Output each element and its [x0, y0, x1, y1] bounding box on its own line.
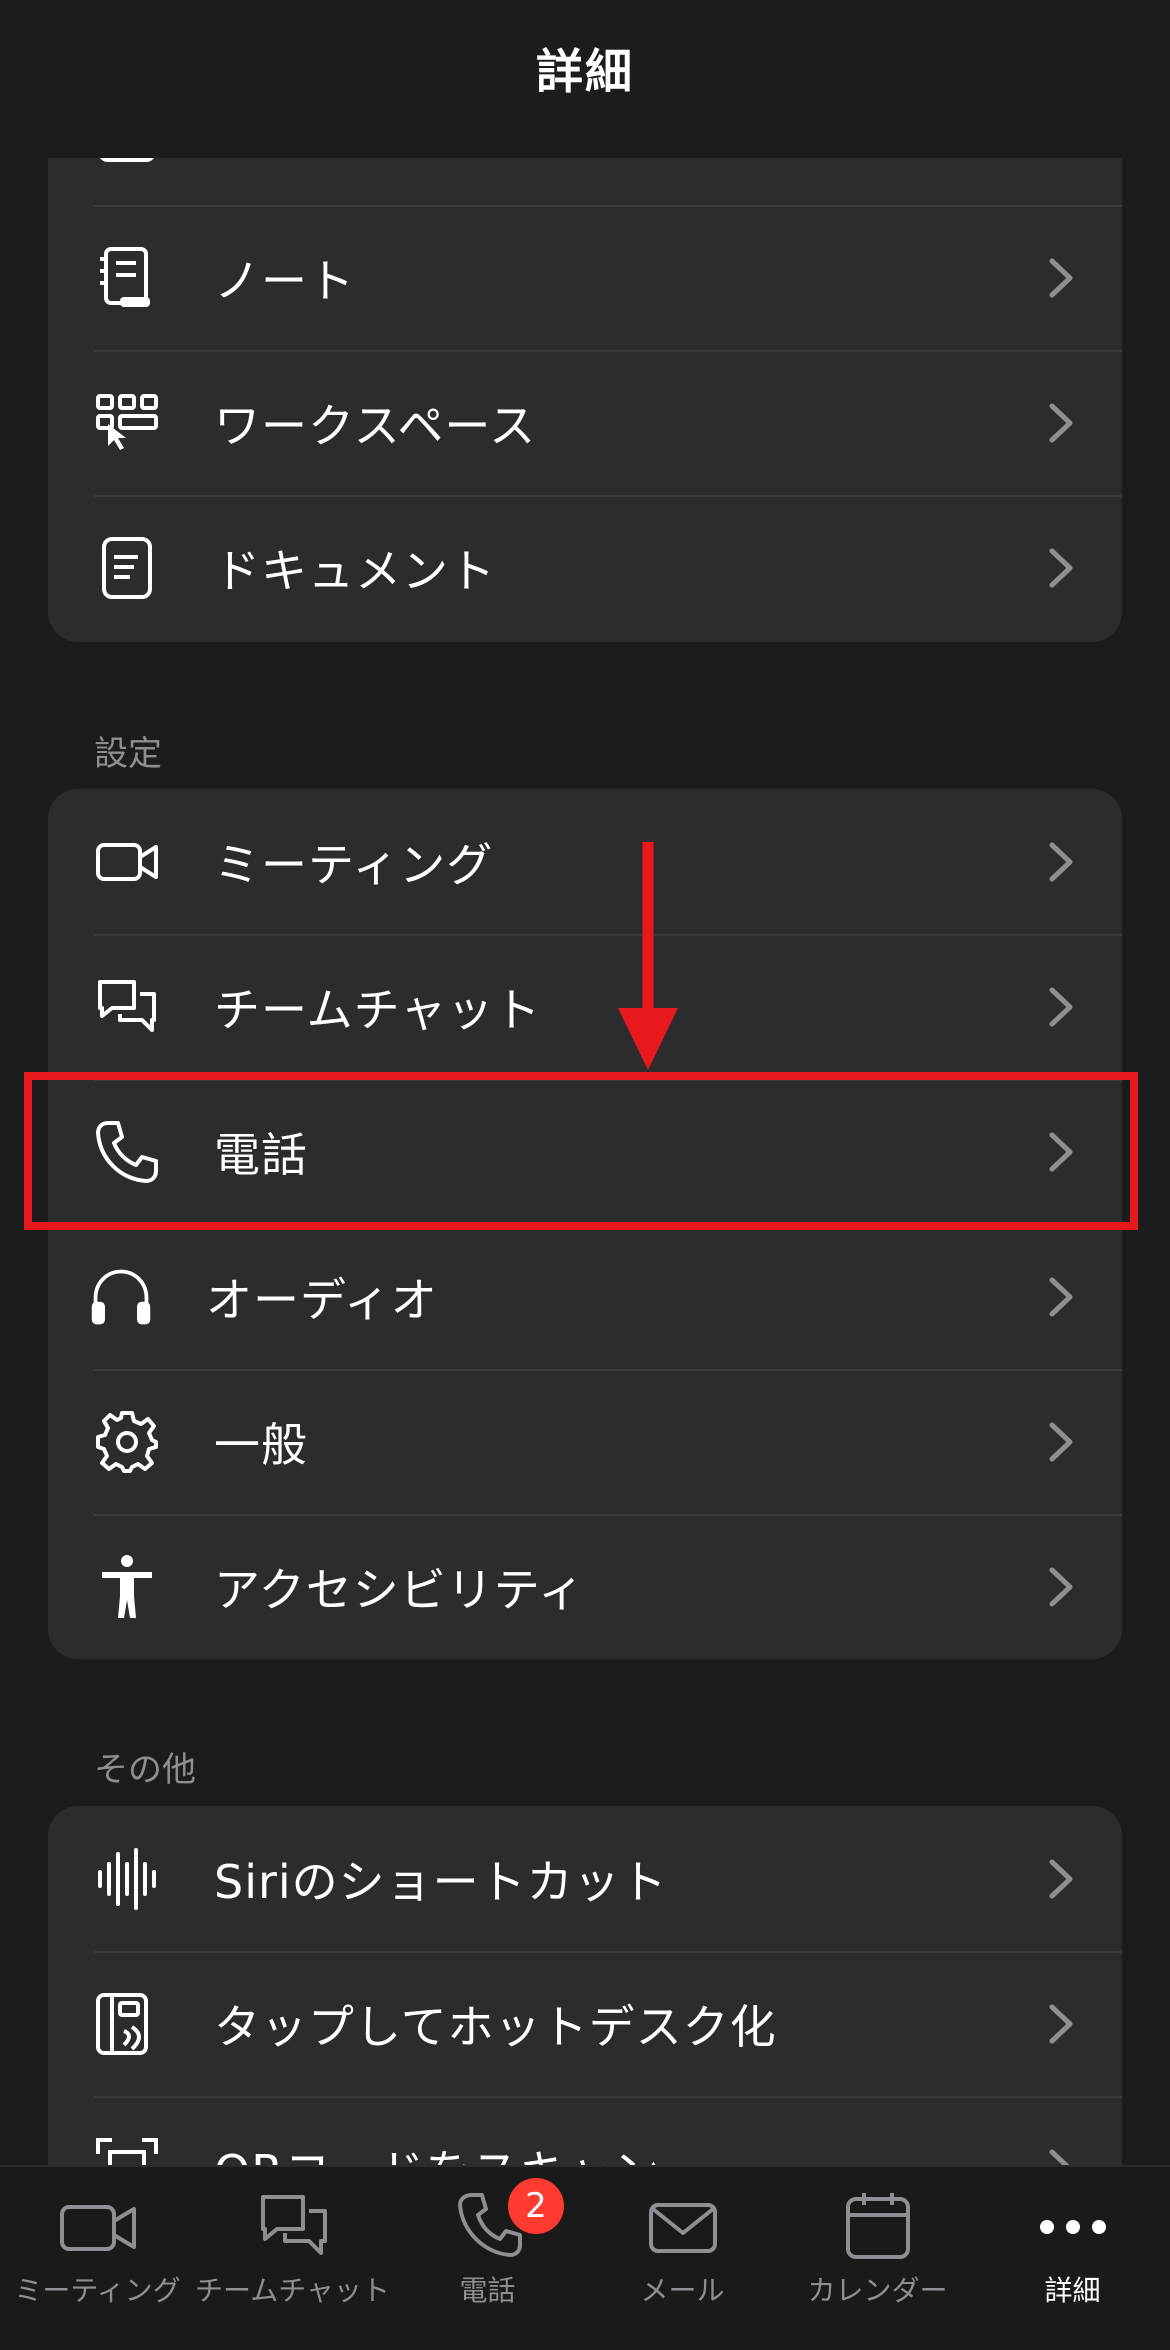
row-audio[interactable]: オーディオ — [48, 1224, 1122, 1369]
headphones-icon — [88, 1264, 154, 1330]
row-qr-scan[interactable]: QRコードをスキャン — [48, 2096, 1122, 2165]
calendar-icon — [845, 2193, 910, 2259]
chevron-right-icon — [1049, 2004, 1073, 2044]
chat-bubbles-icon — [260, 2195, 327, 2255]
row-label: オーディオ — [206, 1272, 438, 1327]
chevron-right-icon — [1049, 1859, 1073, 1899]
row-general[interactable]: 一般 — [48, 1369, 1122, 1514]
qr-code-icon — [94, 2136, 160, 2165]
row-label: Siriのショートカット — [214, 1854, 668, 1909]
phone-badge: 2 — [508, 2178, 564, 2234]
row-label: ワークスペース — [214, 398, 537, 453]
row-workspace[interactable]: ワークスペース — [48, 350, 1122, 495]
other-card: Siriのショートカット タップしてホットデスク化 QRコードをスキャン — [48, 1806, 1122, 2165]
video-camera-icon — [59, 2205, 136, 2251]
row-siri-shortcuts[interactable]: Siriのショートカット — [48, 1806, 1122, 1951]
chevron-right-icon — [1049, 1277, 1073, 1317]
document-icon — [94, 535, 160, 601]
tab-label: メール — [640, 2274, 725, 2307]
page-title: 詳細 — [536, 44, 634, 100]
row-label: 一般 — [214, 1417, 308, 1472]
chevron-right-icon — [1049, 842, 1073, 882]
waveform-icon — [94, 1846, 160, 1912]
accessibility-icon — [94, 1554, 160, 1620]
tab-label: カレンダー — [807, 2274, 948, 2307]
chevron-right-icon — [1049, 1567, 1073, 1607]
tab-label: ミーティング — [14, 2274, 181, 2307]
hot-desk-icon — [94, 1991, 160, 2057]
tab-label: チームチャット — [195, 2274, 390, 2307]
row-label: チームチャット — [214, 982, 542, 1037]
gear-icon — [94, 1409, 160, 1475]
chevron-right-icon — [1049, 258, 1073, 298]
tab-mail[interactable]: メール — [585, 2167, 780, 2350]
chevron-right-icon — [1049, 1422, 1073, 1462]
row-label: タップしてホットデスク化 — [214, 1999, 777, 2054]
video-camera-icon — [94, 829, 160, 895]
mail-icon — [648, 2203, 717, 2253]
row-label: QRコードをスキャン — [214, 2136, 660, 2166]
chevron-right-icon — [1049, 403, 1073, 443]
chevron-right-icon — [1049, 548, 1073, 588]
tab-team-chat[interactable]: チームチャット — [195, 2167, 390, 2350]
section-label-other: その他 — [94, 1750, 196, 1790]
chevron-right-icon — [1049, 2149, 1070, 2165]
tab-meetings[interactable]: ミーティング — [0, 2167, 195, 2350]
section-label-settings: 設定 — [94, 734, 162, 774]
nav-header: 詳細 — [0, 0, 1170, 158]
row-hot-desk[interactable]: タップしてホットデスク化 — [48, 1951, 1122, 2096]
row-label: ミーティング — [214, 837, 494, 892]
row-meetings[interactable]: ミーティング — [48, 789, 1122, 934]
chat-bubbles-icon — [94, 974, 160, 1040]
row-documents[interactable]: ドキュメント — [48, 495, 1122, 640]
tab-more[interactable]: 詳細 — [975, 2167, 1170, 2350]
tab-label: 詳細 — [1044, 2274, 1101, 2307]
row-notes[interactable]: ノート — [48, 205, 1122, 350]
row-accessibility[interactable]: アクセシビリティ — [48, 1514, 1122, 1659]
notebook-icon — [94, 245, 160, 311]
row-label: アクセシビリティ — [214, 1562, 585, 1617]
row-label: ドキュメント — [214, 543, 496, 598]
tab-calendar[interactable]: カレンダー — [780, 2167, 975, 2350]
workspace-icon — [94, 390, 160, 456]
more-icon — [1039, 2220, 1106, 2234]
tab-bar: ミーティング チームチャット 電話 メール カレンダー 詳細 — [0, 2165, 1170, 2350]
tab-label: 電話 — [459, 2274, 516, 2307]
highlight-box-annotation — [24, 1072, 1138, 1230]
chevron-right-icon — [1049, 987, 1073, 1027]
row-label: ノート — [214, 253, 355, 308]
row-team-chat[interactable]: チームチャット — [48, 934, 1122, 1079]
red-arrow-annotation — [618, 842, 678, 1070]
